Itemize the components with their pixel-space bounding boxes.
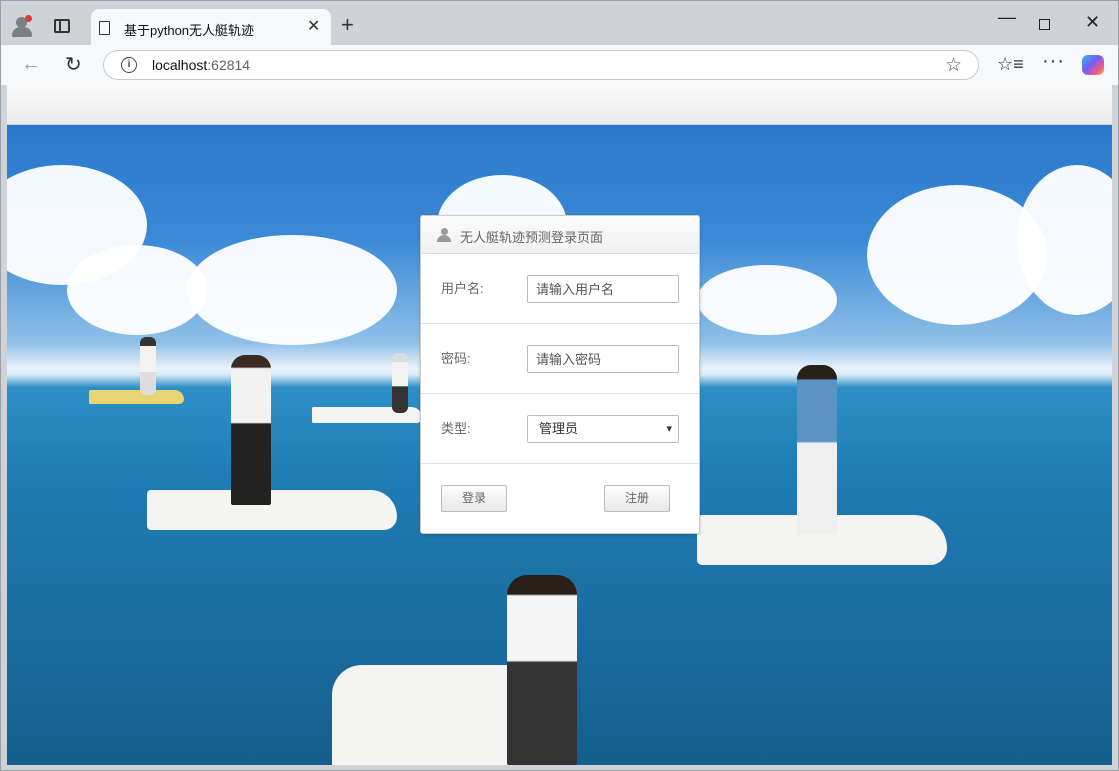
user-icon (437, 228, 451, 242)
chevron-down-icon: ▾ (666, 423, 672, 435)
login-button[interactable]: 登录 (441, 485, 507, 512)
password-input[interactable] (527, 345, 679, 373)
type-label: 类型: (441, 421, 471, 436)
login-title: 无人艇轨迹预测登录页面 (460, 230, 604, 245)
login-panel-header: 无人艇轨迹预测登录页面 (421, 216, 699, 254)
browser-window: 基于python无人艇轨迹 ✕ + — ✕ ← ↻ i localhost:62… (0, 0, 1119, 771)
browser-toolbar: ← ↻ i localhost:62814 ☆ ☆≡ ··· (1, 45, 1118, 85)
type-row: 类型: 管理员 ▾ (421, 394, 699, 464)
more-menu-icon[interactable]: ··· (1042, 50, 1065, 73)
back-icon[interactable]: ← (21, 53, 41, 76)
minimize-button[interactable]: — (998, 7, 1016, 28)
password-row: 密码: (421, 324, 699, 394)
address-bar[interactable]: i localhost:62814 ☆ (103, 50, 979, 80)
info-icon[interactable]: i (121, 57, 137, 73)
favorites-icon[interactable]: ☆≡ (997, 54, 1024, 75)
profile-icon[interactable] (11, 15, 33, 37)
user-type-select[interactable]: 管理员 ▾ (527, 415, 679, 443)
password-label: 密码: (441, 351, 471, 366)
username-label: 用户名: (441, 281, 484, 296)
copilot-icon[interactable] (1082, 55, 1104, 75)
username-row: 用户名: (421, 254, 699, 324)
close-tab-icon[interactable]: ✕ (307, 19, 320, 35)
favorite-star-icon[interactable]: ☆ (945, 54, 962, 77)
tab-title: 基于python无人艇轨迹 (124, 23, 255, 38)
login-panel: 无人艇轨迹预测登录页面 用户名: 密码: 类型: 管理员 ▾ 登录 注册 (420, 215, 700, 534)
close-window-button[interactable]: ✕ (1085, 12, 1100, 33)
url-text: localhost:62814 (152, 57, 251, 73)
button-row: 登录 注册 (421, 464, 699, 534)
page-icon (99, 21, 110, 35)
refresh-icon[interactable]: ↻ (65, 52, 82, 77)
browser-tab[interactable]: 基于python无人艇轨迹 ✕ (91, 9, 331, 45)
page-top-bar (7, 85, 1112, 125)
tab-strip: 基于python无人艇轨迹 ✕ + — ✕ (1, 1, 1118, 45)
user-type-value: 管理员 (539, 421, 579, 436)
username-input[interactable] (527, 275, 679, 303)
register-button[interactable]: 注册 (604, 485, 670, 512)
maximize-button[interactable] (1039, 19, 1050, 30)
tab-actions-icon[interactable] (54, 19, 70, 33)
new-tab-button[interactable]: + (341, 14, 354, 36)
page-content: 无人艇轨迹预测登录页面 用户名: 密码: 类型: 管理员 ▾ 登录 注册 (7, 85, 1112, 765)
